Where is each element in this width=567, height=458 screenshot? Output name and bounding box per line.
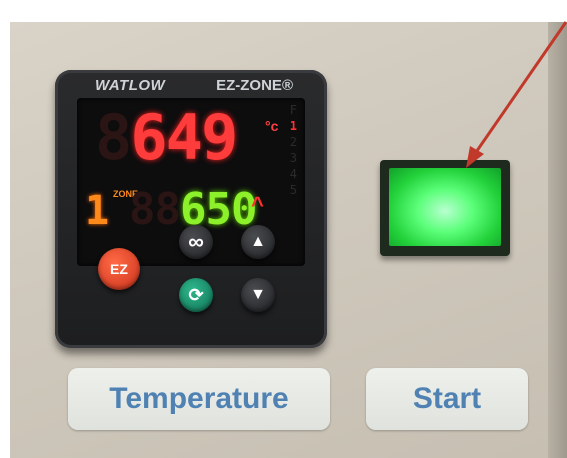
pointer-arrow-icon	[466, 21, 567, 168]
